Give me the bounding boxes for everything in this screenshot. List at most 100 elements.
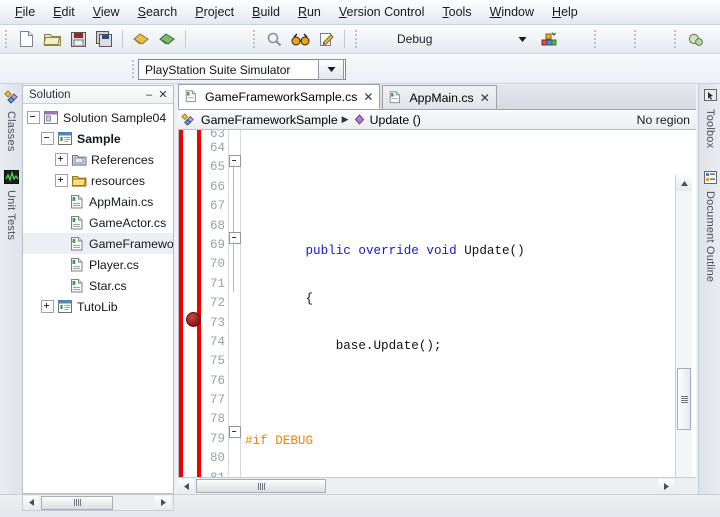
line-number: 69 <box>209 237 225 252</box>
sidebar-item-classes[interactable]: Classes <box>0 88 22 152</box>
code-line: public override void Update() <box>305 244 525 259</box>
tab-appmain-cs[interactable]: AppMain.cs ✕ <box>382 85 497 109</box>
toolbar-grip-4[interactable] <box>592 29 599 49</box>
fold-toggle-icon[interactable] <box>229 426 241 438</box>
menu-project[interactable]: Project <box>186 2 243 22</box>
line-number: 63 <box>209 130 225 139</box>
minimize-icon[interactable]: – <box>142 88 156 102</box>
menu-search[interactable]: Search <box>129 2 187 22</box>
scroll-right-arrow[interactable] <box>155 495 171 510</box>
menu-edit[interactable]: Edit <box>44 2 84 22</box>
expander-icon[interactable] <box>27 111 40 124</box>
tab-label: AppMain.cs <box>409 90 474 105</box>
replace-icon[interactable] <box>313 27 339 51</box>
build-icon[interactable] <box>536 27 562 51</box>
project-icon <box>57 299 73 314</box>
horizontal-scroll-thumb[interactable] <box>41 495 113 510</box>
scroll-left-arrow[interactable] <box>23 495 39 510</box>
toolbox-icon <box>702 88 719 107</box>
debug-run-icon[interactable] <box>682 27 708 51</box>
target-toolbar-grip[interactable] <box>130 58 137 79</box>
tree-item-resources[interactable]: resources <box>23 170 173 191</box>
sidebar-item-unit-tests[interactable]: Unit Tests <box>0 169 22 240</box>
line-number: 66 <box>209 179 225 194</box>
menu-build[interactable]: Build <box>243 2 289 22</box>
line-number: 72 <box>209 296 225 311</box>
target-device-dropdown-arrow[interactable] <box>318 59 344 80</box>
breadcrumb-class-name[interactable]: GameFrameworkSample <box>201 113 338 127</box>
toolbar-grip-3[interactable] <box>353 29 360 49</box>
menu-version-control[interactable]: Version Control <box>330 2 433 22</box>
toolbar-grip-5[interactable] <box>632 29 639 49</box>
editor-horizontal-scrollbar[interactable] <box>178 477 696 494</box>
solution-pad-title: Solution <box>29 88 71 101</box>
save-all-icon[interactable] <box>91 27 117 51</box>
tab-gameframeworksample-cs[interactable]: GameFrameworkSample.cs ✕ <box>178 84 381 109</box>
toolbar-grip[interactable] <box>3 29 10 49</box>
breakpoint-gutter[interactable] <box>179 130 201 477</box>
tree-item-appmain-cs[interactable]: AppMain.cs <box>23 191 173 212</box>
save-icon[interactable] <box>65 27 91 51</box>
expander-icon[interactable] <box>41 132 54 145</box>
expander-icon[interactable] <box>55 153 68 166</box>
close-icon[interactable]: ✕ <box>363 90 373 104</box>
tree-item-references[interactable]: References <box>23 149 173 170</box>
tree-item-project-tutolib[interactable]: TutoLib <box>23 296 173 317</box>
fold-toggle-icon[interactable] <box>229 155 241 167</box>
vertical-scroll-thumb[interactable] <box>677 368 691 430</box>
redo-icon[interactable] <box>154 27 180 51</box>
configuration-dropdown-arrow[interactable] <box>514 29 530 49</box>
csharp-file-icon <box>69 257 85 272</box>
code-folding-gutter[interactable] <box>227 130 243 477</box>
editor-tabstrip: GameFrameworkSample.cs ✕ AppMain.cs ✕ <box>178 84 696 110</box>
references-icon <box>71 152 87 167</box>
solution-pad-horizontal-scrollbar[interactable] <box>22 494 174 511</box>
menu-window[interactable]: Window <box>481 2 543 22</box>
expander-icon[interactable] <box>41 300 54 313</box>
editor-area: GameFrameworkSample.cs ✕ AppMain.cs ✕ Ga… <box>178 84 696 494</box>
configuration-combo[interactable]: Debug <box>369 29 514 49</box>
code-text[interactable]: public override void Update() { base.Upd… <box>245 130 696 477</box>
fold-toggle-icon[interactable] <box>229 232 241 244</box>
tree-item-star-cs[interactable]: Star.cs <box>23 275 173 296</box>
horizontal-scroll-thumb[interactable] <box>196 479 326 493</box>
open-folder-icon[interactable] <box>39 27 65 51</box>
breakpoint-marker[interactable] <box>186 312 201 327</box>
tree-item-gameactor-cs[interactable]: GameActor.cs <box>23 212 173 233</box>
find-in-files-icon[interactable] <box>287 27 313 51</box>
sidebar-item-document-outline[interactable]: Document Outline <box>699 170 720 282</box>
scroll-left-arrow[interactable] <box>178 479 194 493</box>
scroll-up-arrow[interactable] <box>676 175 692 191</box>
line-number: 70 <box>209 257 225 272</box>
find-icon[interactable] <box>261 27 287 51</box>
breadcrumb-member-name[interactable]: Update () <box>370 113 421 127</box>
close-icon[interactable]: ✕ <box>480 91 490 105</box>
menu-help[interactable]: Help <box>543 2 587 22</box>
editor-vertical-scrollbar[interactable] <box>675 175 692 477</box>
expander-icon[interactable] <box>55 174 68 187</box>
menu-view[interactable]: View <box>84 2 129 22</box>
undo-icon[interactable] <box>128 27 154 51</box>
document-outline-icon <box>702 170 719 189</box>
menu-run[interactable]: Run <box>289 2 330 22</box>
sidebar-item-toolbox[interactable]: Toolbox <box>699 88 720 148</box>
tree-item-solution[interactable]: Solution Sample04 <box>23 107 173 128</box>
target-device-combo[interactable]: PlayStation Suite Simulator <box>138 59 346 80</box>
tree-item-label: Solution Sample04 <box>63 110 167 125</box>
toolbar-grip-2[interactable] <box>251 29 258 49</box>
code-editor[interactable]: 63 64 65 66 67 68 69 70 71 72 73 74 75 7… <box>178 130 696 477</box>
tree-item-player-cs[interactable]: Player.cs <box>23 254 173 275</box>
new-file-icon[interactable] <box>13 27 39 51</box>
region-indicator[interactable]: No region <box>637 113 690 127</box>
toolbar-separator-1 <box>122 30 123 48</box>
tree-item-project-sample[interactable]: Sample <box>23 128 173 149</box>
menu-tools[interactable]: Tools <box>433 2 480 22</box>
scroll-right-arrow[interactable] <box>658 479 674 493</box>
close-icon[interactable]: ✕ <box>156 88 170 102</box>
tree-item-gameframeworksample-cs[interactable]: GameFrameworkSample.cs <box>23 233 173 254</box>
menu-bar: File Edit View Search Project Build Run … <box>0 0 720 25</box>
toolbar-grip-6[interactable] <box>672 29 679 49</box>
menu-file[interactable]: File <box>6 2 44 22</box>
